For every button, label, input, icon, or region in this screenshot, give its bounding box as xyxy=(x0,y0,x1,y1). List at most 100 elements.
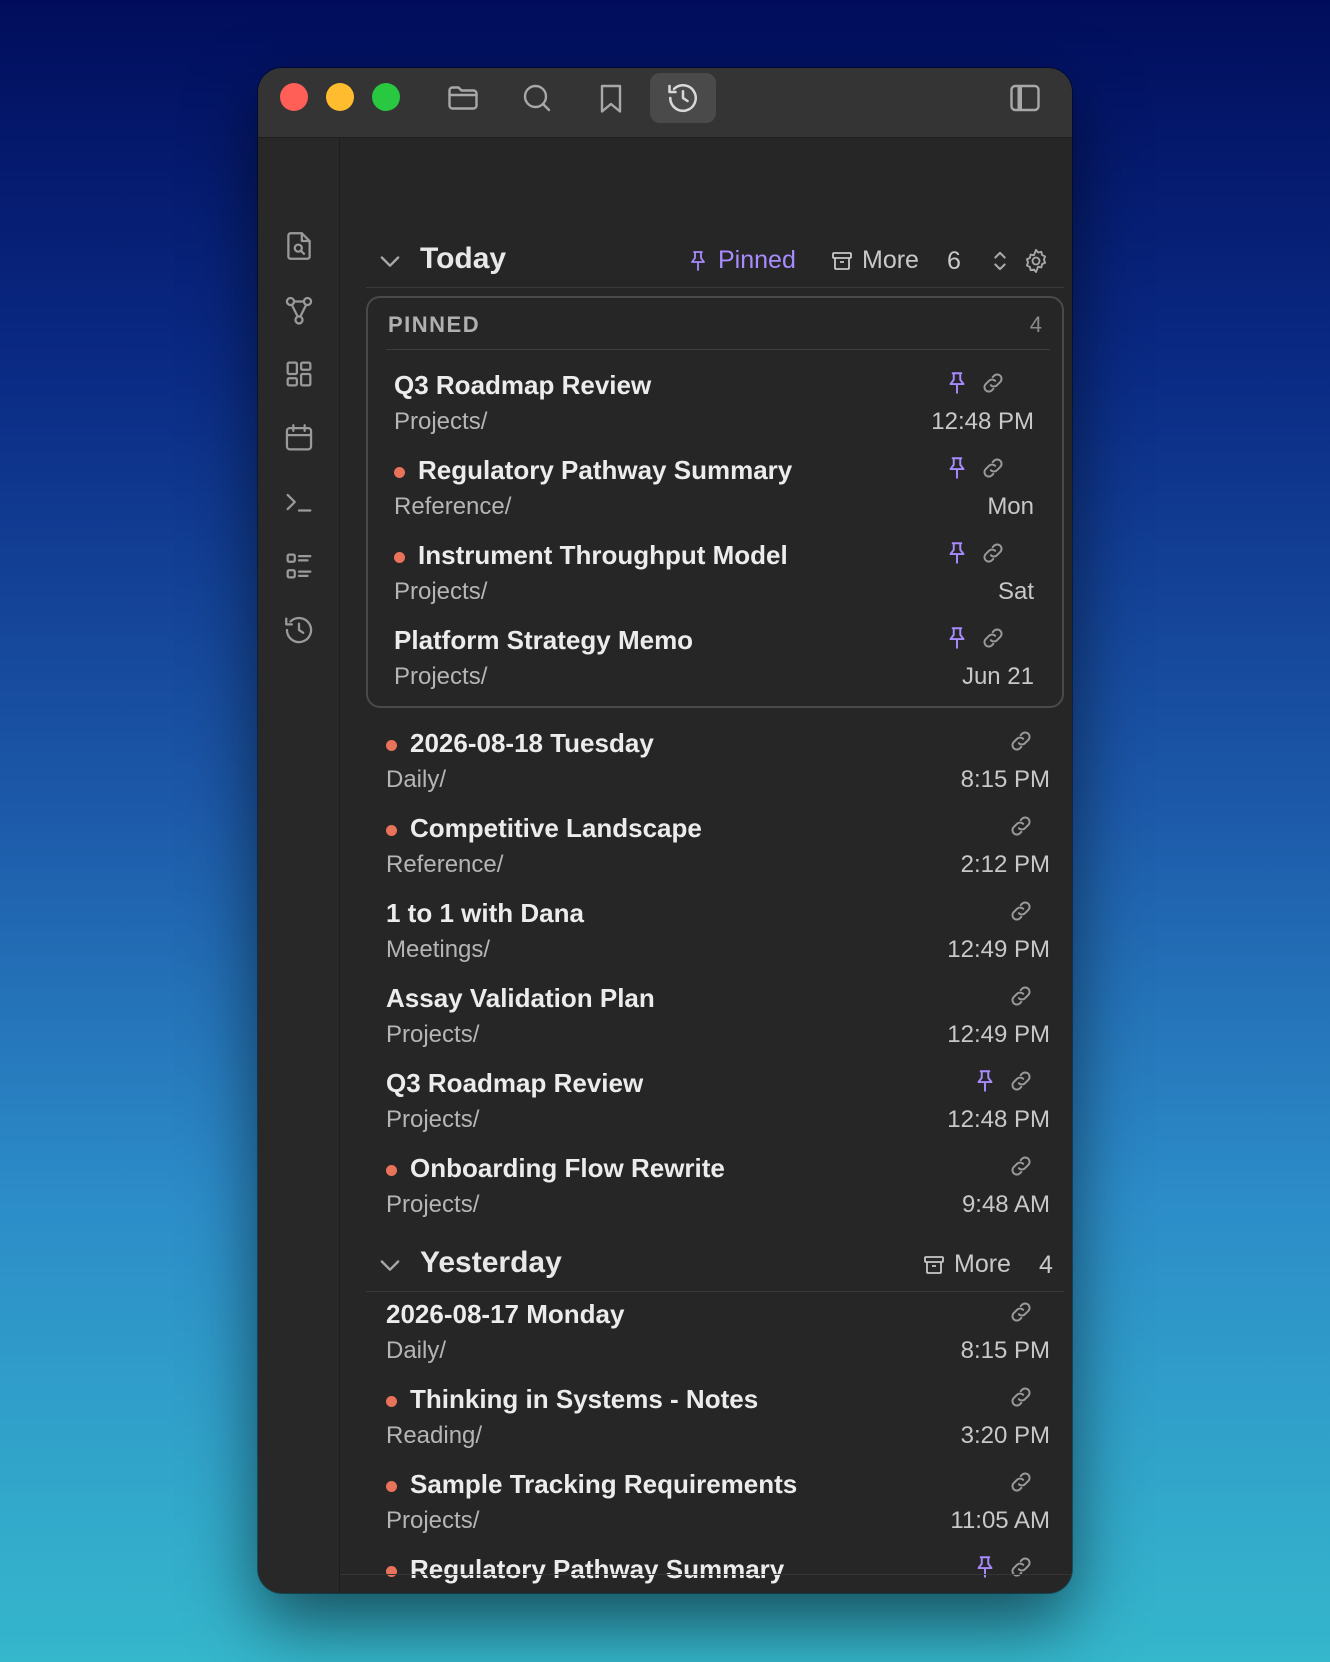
calendar-icon[interactable] xyxy=(279,418,319,458)
divider xyxy=(366,1291,1064,1292)
zoom-window-button[interactable] xyxy=(372,83,400,111)
grid-icon[interactable] xyxy=(279,354,319,394)
note-item[interactable]: Platform Strategy Memo Projects/Jun 21 xyxy=(394,623,1034,703)
more-button[interactable]: More xyxy=(830,246,919,275)
gear-icon[interactable] xyxy=(1022,247,1050,275)
note-title: Competitive Landscape xyxy=(410,813,702,843)
note-folder: Projects/ xyxy=(386,1191,480,1218)
unread-dot xyxy=(394,467,405,478)
unread-dot xyxy=(394,552,405,563)
note-title: Regulatory Pathway Summary xyxy=(418,455,793,485)
sidebar-toggle-icon[interactable] xyxy=(992,73,1058,123)
note-item[interactable]: 2026-08-18 Tuesday Daily/8:15 PM xyxy=(386,726,1050,806)
list-icon[interactable] xyxy=(279,546,319,586)
pin-icon[interactable] xyxy=(972,1554,998,1580)
chevron-down-icon[interactable] xyxy=(376,1251,404,1279)
note-title: 1 to 1 with Dana xyxy=(386,898,584,928)
note-folder: Daily/ xyxy=(386,1337,447,1364)
note-actions xyxy=(1008,1299,1034,1325)
note-time: 8:15 PM xyxy=(960,766,1050,793)
note-folder: Projects/ xyxy=(386,1021,480,1048)
note-title: Regulatory Pathway Summary xyxy=(410,1554,785,1584)
link-icon[interactable] xyxy=(1008,1469,1034,1495)
note-item[interactable]: Regulatory Pathway Summary Reference/Mon xyxy=(394,453,1034,533)
link-icon[interactable] xyxy=(980,625,1006,651)
note-time: 12:49 PM xyxy=(947,1021,1050,1048)
unread-dot xyxy=(386,1566,397,1577)
note-folder: Projects/ xyxy=(386,1106,480,1133)
note-time: 12:49 PM xyxy=(947,936,1050,963)
note-item[interactable]: Instrument Throughput Model Projects/Sat xyxy=(394,538,1034,618)
link-icon[interactable] xyxy=(1008,728,1034,754)
app-window: Today Pinned More 6 PINNED 4 Q3 Roadmap … xyxy=(258,68,1072,1593)
note-title: Onboarding Flow Rewrite xyxy=(410,1153,725,1183)
close-window-button[interactable] xyxy=(280,83,308,111)
left-ribbon xyxy=(258,138,340,1593)
today-count: 6 xyxy=(947,247,961,275)
link-icon[interactable] xyxy=(980,370,1006,396)
note-item[interactable]: Regulatory Pathway Summary Reference/10:4… xyxy=(386,1552,1050,1593)
note-time: 9:48 AM xyxy=(961,1191,1050,1218)
note-time: 12:48 PM xyxy=(931,408,1034,435)
note-folder: Meetings/ xyxy=(386,936,491,963)
note-title: 2026-08-18 Tuesday xyxy=(410,728,654,758)
pin-icon[interactable] xyxy=(944,370,970,396)
link-icon[interactable] xyxy=(1008,1384,1034,1410)
link-icon[interactable] xyxy=(1008,1068,1034,1094)
pin-icon[interactable] xyxy=(972,1068,998,1094)
note-item[interactable]: Assay Validation Plan Projects/12:49 PM xyxy=(386,981,1050,1061)
unread-dot xyxy=(386,1481,397,1492)
note-title: Q3 Roadmap Review xyxy=(394,370,652,400)
note-time: 3:20 PM xyxy=(960,1422,1050,1449)
today-header[interactable]: Today Pinned More 6 xyxy=(340,236,1072,286)
chevron-down-icon[interactable] xyxy=(376,247,404,275)
note-actions xyxy=(972,1068,1034,1094)
link-icon[interactable] xyxy=(980,540,1006,566)
pinned-section-count: 4 xyxy=(1029,312,1042,337)
more-button[interactable]: More xyxy=(922,1250,1011,1279)
note-time: 2:12 PM xyxy=(960,851,1050,878)
note-actions xyxy=(1008,813,1034,839)
more-label: More xyxy=(954,1250,1011,1278)
note-item[interactable]: Competitive Landscape Reference/2:12 PM xyxy=(386,811,1050,891)
history-icon[interactable] xyxy=(279,610,319,650)
search-icon[interactable] xyxy=(504,73,570,123)
section-title-today: Today xyxy=(420,242,507,275)
sort-icon[interactable] xyxy=(986,247,1014,275)
link-icon[interactable] xyxy=(1008,1153,1034,1179)
note-folder: Projects/ xyxy=(394,408,488,435)
minimize-window-button[interactable] xyxy=(326,83,354,111)
link-icon[interactable] xyxy=(1008,1554,1034,1580)
graph-icon[interactable] xyxy=(279,290,319,330)
pin-icon[interactable] xyxy=(944,540,970,566)
history-icon[interactable] xyxy=(650,73,716,123)
note-item[interactable]: 2026-08-17 Monday Daily/8:15 PM xyxy=(386,1297,1050,1377)
pinned-filter-button[interactable]: Pinned xyxy=(686,246,796,275)
note-item[interactable]: Q3 Roadmap Review Projects/12:48 PM xyxy=(394,368,1034,448)
note-actions xyxy=(1008,898,1034,924)
recent-files-panel: Today Pinned More 6 PINNED 4 Q3 Roadmap … xyxy=(340,138,1072,1593)
note-item[interactable]: Q3 Roadmap Review Projects/12:48 PM xyxy=(386,1066,1050,1146)
link-icon[interactable] xyxy=(1008,813,1034,839)
folder-icon[interactable] xyxy=(430,73,496,123)
note-item[interactable]: Sample Tracking Requirements Projects/11:… xyxy=(386,1467,1050,1547)
pin-icon xyxy=(686,249,710,273)
bookmark-icon[interactable] xyxy=(578,73,644,123)
note-item[interactable]: Onboarding Flow Rewrite Projects/9:48 AM xyxy=(386,1151,1050,1231)
note-item[interactable]: Thinking in Systems - Notes Reading/3:20 … xyxy=(386,1382,1050,1462)
terminal-icon[interactable] xyxy=(279,482,319,522)
yesterday-header[interactable]: Yesterday More 4 xyxy=(340,1240,1072,1290)
note-folder: Reading/ xyxy=(386,1422,483,1449)
link-icon[interactable] xyxy=(1008,1299,1034,1325)
link-icon[interactable] xyxy=(980,455,1006,481)
pin-icon[interactable] xyxy=(944,455,970,481)
link-icon[interactable] xyxy=(1008,898,1034,924)
note-actions xyxy=(944,625,1006,651)
pin-icon[interactable] xyxy=(944,625,970,651)
link-icon[interactable] xyxy=(1008,983,1034,1009)
note-title: 2026-08-17 Monday xyxy=(386,1299,625,1329)
note-item[interactable]: 1 to 1 with Dana Meetings/12:49 PM xyxy=(386,896,1050,976)
note-folder: Projects/ xyxy=(394,578,488,605)
file-search-icon[interactable] xyxy=(279,226,319,266)
note-time: 8:15 PM xyxy=(960,1337,1050,1364)
